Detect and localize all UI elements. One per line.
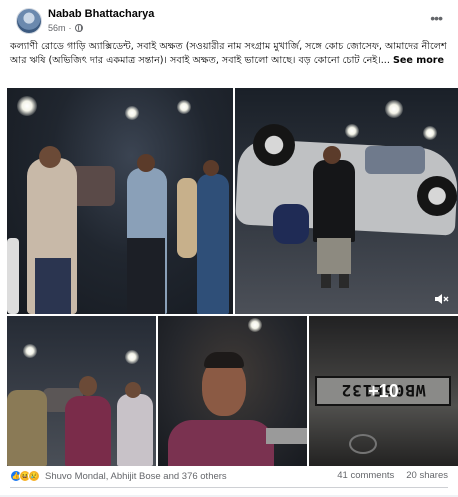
reactions-text[interactable]: Shuvo Mondal, Abhijit Bose and 376 other…	[45, 471, 227, 482]
post-meta: 56m ·	[48, 23, 83, 33]
post-body: কল্যাণী রোডে গাড়ি অ্যাক্সিডেন্ট, সবাই অ…	[10, 41, 447, 66]
action-bar	[10, 489, 448, 497]
sad-reaction-icon: 😢	[28, 470, 40, 482]
street-lamp-glow	[125, 106, 139, 120]
see-more-link[interactable]: See more	[393, 55, 444, 66]
street-lamp-glow	[177, 100, 191, 114]
photo-4[interactable]	[158, 316, 307, 466]
photo-5[interactable]: WB06E132 +10	[309, 316, 458, 466]
photo-2[interactable]	[235, 88, 458, 314]
post-time[interactable]: 56m	[48, 23, 66, 33]
person-shape	[117, 394, 153, 466]
engagement-counts: 41 comments 20 shares	[337, 470, 448, 481]
author-name[interactable]: Nabab Bhattacharya	[48, 8, 154, 20]
comment-button[interactable]	[189, 489, 269, 497]
more-photos-count[interactable]: +10	[309, 316, 458, 466]
footer-divider	[10, 487, 448, 488]
street-lamp-glow	[423, 126, 437, 140]
author-avatar[interactable]	[16, 8, 42, 34]
reactions-summary[interactable]: 👍 😆 😢 Shuvo Mondal, Abhijit Bose and 376…	[10, 470, 227, 482]
mute-icon[interactable]	[434, 292, 450, 306]
street-lamp-glow	[23, 344, 37, 358]
post-text: কল্যাণী রোডে গাড়ি অ্যাক্সিডেন্ট, সবাই অ…	[10, 40, 450, 68]
more-options-icon[interactable]: •••	[430, 10, 443, 26]
post-header: Nabab Bhattacharya 56m · •••	[10, 6, 448, 36]
share-button[interactable]	[335, 489, 415, 497]
post-footer: 👍 😆 😢 Shuvo Mondal, Abhijit Bose and 376…	[10, 469, 448, 485]
comments-count[interactable]: 41 comments	[337, 470, 394, 481]
photo-3[interactable]	[7, 316, 156, 466]
post-card: Nabab Bhattacharya 56m · ••• কল্যাণী রোড…	[0, 0, 458, 495]
street-lamp-glow	[248, 318, 262, 332]
shares-count[interactable]: 20 shares	[406, 470, 448, 481]
like-button[interactable]	[43, 489, 123, 497]
person-shape	[168, 420, 274, 466]
street-lamp-glow	[125, 350, 139, 364]
globe-icon	[74, 24, 83, 32]
person-shape	[197, 174, 229, 314]
car-wheel	[417, 176, 457, 216]
car-wheel	[253, 124, 295, 166]
street-lamp-glow	[345, 124, 359, 138]
photo-1[interactable]	[7, 88, 233, 314]
person-shape	[7, 390, 47, 466]
person-shape	[273, 204, 309, 244]
street-lamp-glow	[385, 100, 403, 118]
crowd-shape	[365, 146, 425, 174]
person-shape	[65, 396, 111, 466]
street-lamp-glow	[17, 96, 37, 116]
person-shape	[313, 160, 355, 242]
